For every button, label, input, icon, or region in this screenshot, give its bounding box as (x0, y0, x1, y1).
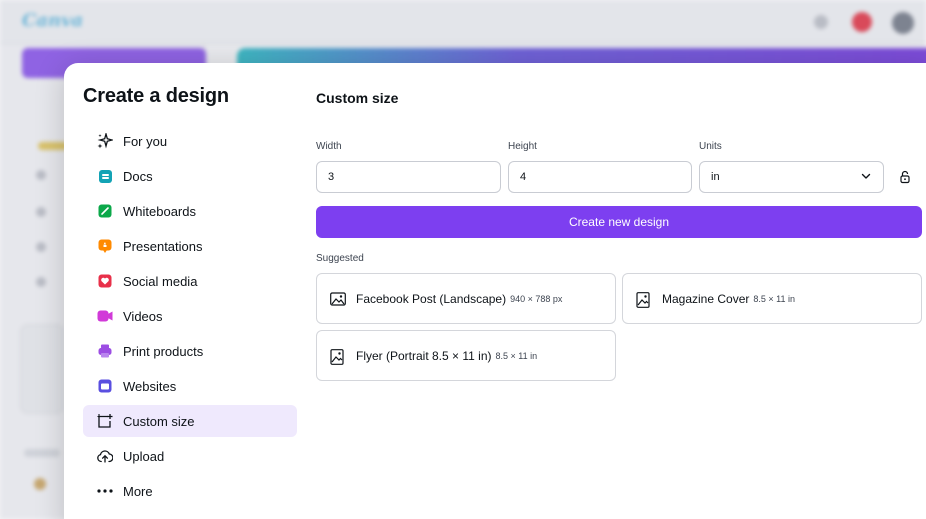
modal-title: Create a design (83, 85, 229, 107)
suggested-name: Facebook Post (Landscape) (356, 291, 507, 306)
nav-item-label: For you (123, 133, 168, 149)
units-select[interactable]: in (699, 161, 884, 193)
lock-aspect-ratio-icon[interactable] (898, 170, 912, 184)
background-topbar: Canva (0, 0, 926, 44)
nav-item-label: Presentations (123, 238, 203, 254)
suggested-card-magazine-cover[interactable]: Magazine Cover 8.5 × 11 in (622, 273, 922, 324)
nav-item-whiteboards[interactable]: Whiteboards (83, 195, 297, 227)
units-label: Units (699, 141, 722, 152)
nav-item-label: Videos (123, 308, 163, 324)
height-input[interactable]: 4 (508, 161, 692, 193)
background-notification-icon (852, 12, 872, 32)
nav-item-for-you[interactable]: For you (83, 125, 297, 157)
nav-item-websites[interactable]: Websites (83, 370, 297, 402)
nav-item-docs[interactable]: Docs (83, 160, 297, 192)
image-icon (330, 291, 346, 306)
heart-icon (97, 273, 113, 289)
design-type-nav: For you Docs Whiteboards Presentations S (83, 125, 297, 510)
more-icon (97, 483, 113, 499)
height-value: 4 (520, 171, 527, 183)
width-value: 3 (328, 171, 335, 183)
nav-item-print-products[interactable]: Print products (83, 335, 297, 367)
upload-icon (97, 448, 113, 464)
suggested-size: 8.5 × 11 in (753, 293, 795, 304)
docs-icon (97, 168, 113, 184)
nav-item-label: Whiteboards (123, 203, 196, 219)
nav-item-videos[interactable]: Videos (83, 300, 297, 332)
nav-item-social-media[interactable]: Social media (83, 265, 297, 297)
height-label: Height (508, 141, 537, 152)
background-avatar (892, 12, 914, 34)
nav-item-upload[interactable]: Upload (83, 440, 297, 472)
background-logo: Canva (22, 10, 84, 31)
nav-item-label: More (123, 483, 153, 499)
document-image-icon (636, 291, 652, 308)
nav-item-label: Print products (123, 343, 204, 359)
create-design-modal: Create a design For you Docs Whiteboards (64, 63, 926, 519)
whiteboard-icon (97, 203, 113, 219)
website-icon (97, 378, 113, 394)
nav-item-more[interactable]: More (83, 475, 297, 507)
suggested-size: 8.5 × 11 in (495, 350, 538, 361)
suggested-card-facebook-post[interactable]: Facebook Post (Landscape) 940 × 788 px (316, 273, 616, 324)
width-label: Width (316, 141, 342, 152)
chevron-down-icon (861, 171, 871, 181)
width-input[interactable]: 3 (316, 161, 501, 193)
custom-size-icon (97, 413, 113, 429)
video-icon (97, 308, 113, 324)
nav-item-custom-size[interactable]: Custom size (83, 405, 297, 437)
suggested-card-flyer[interactable]: Flyer (Portrait 8.5 × 11 in) 8.5 × 11 in (316, 330, 616, 381)
document-image-icon (330, 348, 346, 365)
nav-item-label: Docs (123, 168, 153, 184)
create-new-design-button[interactable]: Create new design (316, 206, 922, 238)
custom-size-title: Custom size (316, 90, 399, 106)
suggested-name: Flyer (Portrait 8.5 × 11 in) (356, 348, 492, 363)
units-value: in (711, 171, 720, 183)
presentation-icon (97, 238, 113, 254)
suggested-size: 940 × 788 px (510, 293, 563, 304)
background-help-icon (814, 15, 828, 29)
suggested-label: Suggested (316, 253, 364, 264)
nav-item-presentations[interactable]: Presentations (83, 230, 297, 262)
nav-item-label: Websites (123, 378, 177, 394)
sparkle-icon (97, 133, 113, 149)
nav-item-label: Social media (123, 273, 198, 289)
nav-item-label: Upload (123, 448, 165, 464)
print-icon (97, 343, 113, 359)
nav-item-label: Custom size (123, 413, 195, 429)
suggested-name: Magazine Cover (662, 291, 750, 306)
